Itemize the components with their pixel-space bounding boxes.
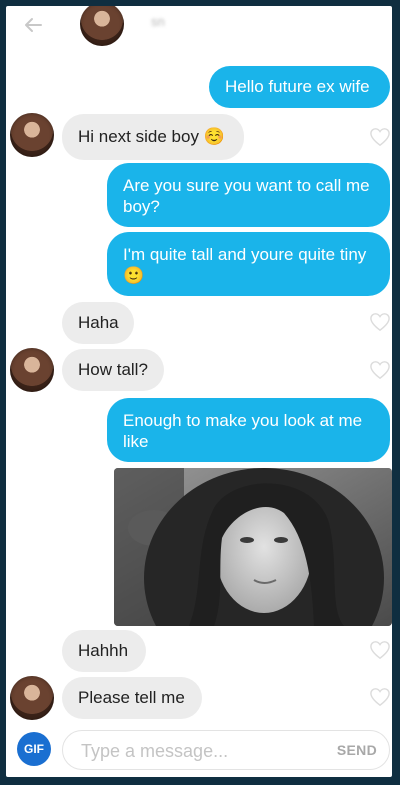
- match-name[interactable]: sn: [151, 14, 165, 29]
- message-incoming: Please tell me: [62, 677, 202, 719]
- chat-header: sn: [6, 6, 392, 46]
- message-text: Hahhh: [78, 641, 129, 660]
- gif-label: GIF: [24, 742, 44, 756]
- message-incoming: Hi next side boy ☺️: [62, 114, 244, 160]
- message-incoming: Hahhh: [62, 630, 146, 672]
- like-heart-icon[interactable]: [369, 640, 391, 660]
- chat-screen: sn Hello future ex wife Hi next side boy…: [6, 6, 392, 777]
- message-text: How tall?: [78, 360, 148, 379]
- sender-avatar[interactable]: [10, 113, 54, 157]
- message-text: Haha: [78, 313, 119, 332]
- like-heart-icon[interactable]: [369, 687, 391, 707]
- sender-avatar[interactable]: [10, 676, 54, 720]
- message-text: Are you sure you want to call me boy?: [123, 176, 370, 216]
- message-incoming: Haha: [62, 302, 134, 344]
- message-text: Hi next side boy ☺️: [78, 127, 225, 146]
- message-composer: SEND: [62, 730, 390, 770]
- like-heart-icon[interactable]: [369, 312, 391, 332]
- like-heart-icon[interactable]: [369, 360, 391, 380]
- message-photo[interactable]: [114, 468, 392, 626]
- message-text: Hello future ex wife: [225, 77, 370, 96]
- message-outgoing: I'm quite tall and youre quite tiny 🙂: [107, 232, 390, 296]
- gif-button[interactable]: GIF: [17, 732, 51, 766]
- sender-avatar[interactable]: [10, 348, 54, 392]
- photo-image: [114, 468, 392, 626]
- message-incoming: How tall?: [62, 349, 164, 391]
- message-outgoing: Enough to make you look at me like: [107, 398, 390, 462]
- message-input[interactable]: [79, 737, 323, 765]
- match-avatar[interactable]: [80, 6, 124, 46]
- like-heart-icon[interactable]: [369, 127, 391, 147]
- message-text: I'm quite tall and youre quite tiny 🙂: [123, 245, 367, 285]
- message-outgoing: Are you sure you want to call me boy?: [107, 163, 390, 227]
- back-arrow-icon[interactable]: [22, 14, 44, 36]
- message-text: Enough to make you look at me like: [123, 411, 363, 451]
- message-text: Please tell me: [78, 688, 185, 707]
- message-outgoing: Hello future ex wife: [209, 66, 390, 108]
- send-button[interactable]: SEND: [337, 742, 377, 758]
